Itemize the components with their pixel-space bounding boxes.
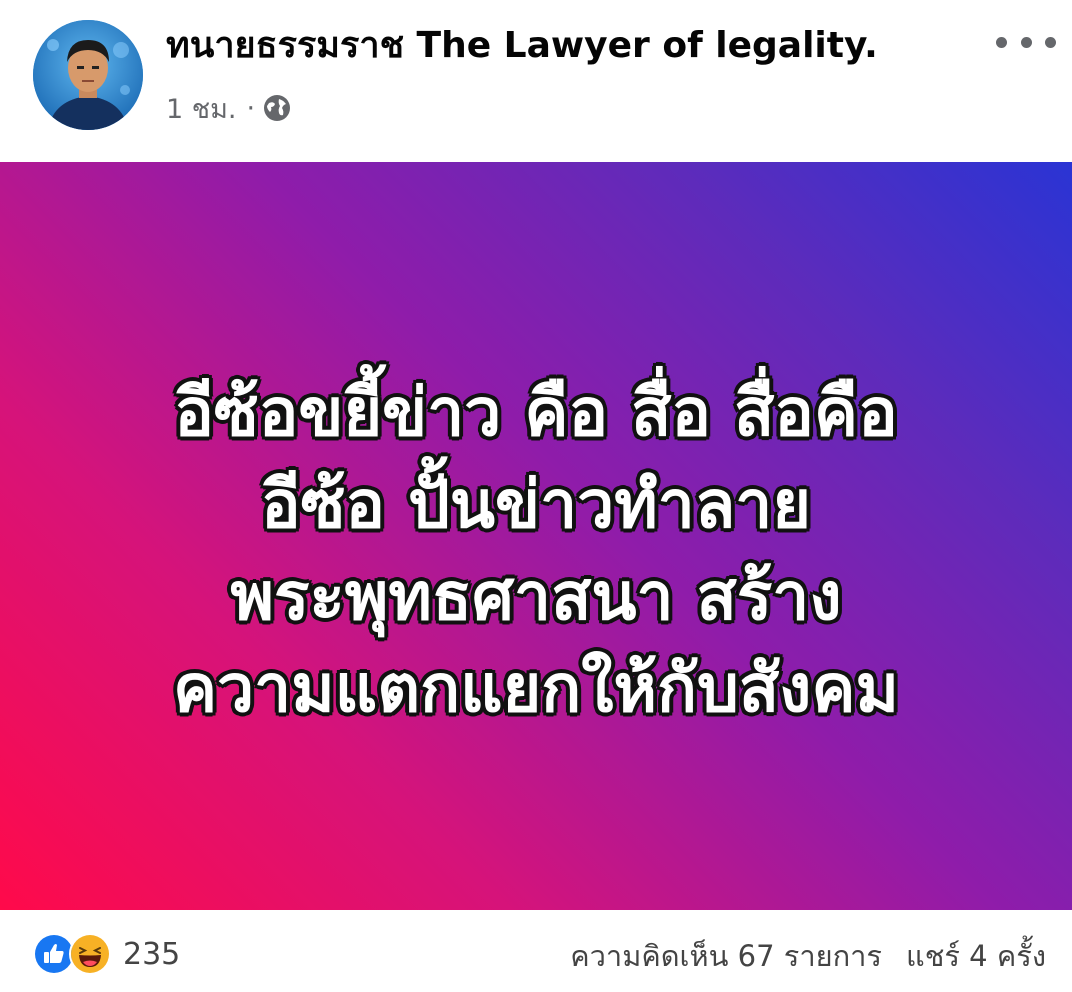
post-text-line: อีซ้อขยี้ข่าว คือ สื่อ สื่อคือ bbox=[173, 373, 899, 453]
post-text: อีซ้อขยี้ข่าว คือ สื่อ สื่อคือ อีซ้อ ปั้… bbox=[36, 367, 1036, 735]
post-timestamp[interactable]: 1 ชม. bbox=[166, 87, 236, 130]
post-text-line: อีซ้อ ปั้นข่าวทำลาย bbox=[259, 465, 812, 545]
reaction-count: 235 bbox=[123, 936, 181, 972]
avatar-portrait-icon bbox=[33, 20, 143, 130]
post-header: ทนายธรรมราช The Lawyer of legality. 1 ชม… bbox=[0, 0, 1072, 162]
author-name[interactable]: ทนายธรรมราช The Lawyer of legality. bbox=[166, 22, 878, 70]
post-text-line: ความแตกแยกให้กับสังคม bbox=[171, 649, 900, 729]
more-options-dot bbox=[1020, 36, 1032, 48]
author-avatar[interactable] bbox=[33, 20, 143, 130]
reactions-summary[interactable]: 235 bbox=[33, 932, 180, 976]
more-options-dot bbox=[1045, 36, 1056, 48]
more-options-icon bbox=[996, 36, 1007, 48]
post-background-canvas[interactable]: อีซ้อขยี้ข่าว คือ สื่อ สื่อคือ อีซ้อ ปั้… bbox=[0, 162, 1072, 910]
more-options-button[interactable] bbox=[996, 24, 1056, 60]
meta-separator: · bbox=[246, 92, 256, 124]
haha-icon bbox=[69, 933, 111, 975]
post-footer: 235 ความคิดเห็น 67 รายการ แชร์ 4 ครั้ง bbox=[0, 910, 1072, 992]
globe-icon[interactable] bbox=[263, 94, 291, 122]
engagement-stats: ความคิดเห็น 67 รายการ แชร์ 4 ครั้ง bbox=[570, 934, 1046, 978]
comments-count-link[interactable]: ความคิดเห็น 67 รายการ bbox=[570, 933, 882, 979]
shares-count-link[interactable]: แชร์ 4 ครั้ง bbox=[906, 933, 1046, 979]
post-text-line: พระพุทธศาสนา สร้าง bbox=[229, 557, 843, 637]
post-meta: 1 ชม. · bbox=[166, 88, 291, 128]
